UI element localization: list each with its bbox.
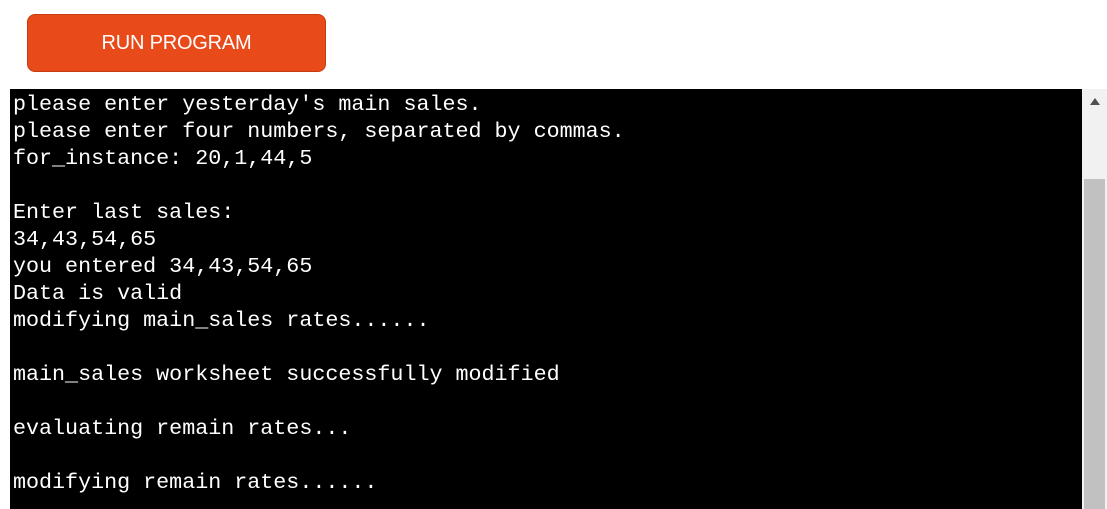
run-program-button[interactable]: RUN PROGRAM: [27, 14, 326, 72]
terminal-line: main_sales worksheet successfully modifi…: [13, 362, 560, 387]
scroll-up-button[interactable]: [1082, 89, 1107, 113]
terminal-line: please enter four numbers, separated by …: [13, 119, 625, 144]
terminal-scrollbar[interactable]: [1082, 89, 1107, 509]
terminal-line: you entered 34,43,54,65: [13, 254, 313, 279]
terminal-line: for_instance: 20,1,44,5: [13, 146, 313, 171]
terminal-line: Data is valid: [13, 281, 183, 306]
terminal-lines: please enter yesterday's main sales. ple…: [13, 91, 625, 496]
scroll-thumb[interactable]: [1084, 179, 1105, 509]
terminal-line: modifying main_sales rates......: [13, 308, 430, 333]
terminal-output[interactable]: please enter yesterday's main sales. ple…: [10, 89, 1082, 509]
terminal-line: 34,43,54,65: [13, 227, 157, 252]
terminal-line: evaluating remain rates...: [13, 416, 352, 441]
terminal-line: Enter last sales:: [13, 200, 235, 225]
chevron-up-icon: [1089, 97, 1100, 105]
terminal-line: please enter yesterday's main sales.: [13, 92, 482, 117]
terminal-line: modifying remain rates......: [13, 470, 378, 495]
